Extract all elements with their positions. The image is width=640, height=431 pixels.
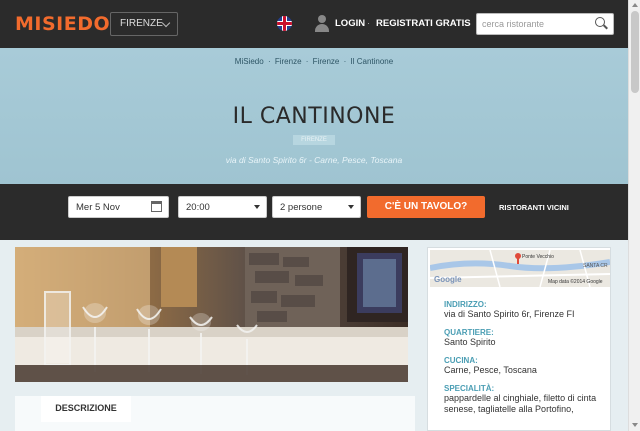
uk-flag-icon[interactable] — [277, 16, 292, 31]
party-size-select[interactable]: 2 persone — [272, 196, 361, 218]
booking-bar: Mer 5 Nov 20:00 2 persone C'È UN TAVOLO?… — [0, 184, 628, 240]
time-select[interactable]: 20:00 — [178, 196, 267, 218]
search-box — [476, 13, 614, 35]
scroll-down-icon[interactable] — [632, 423, 638, 427]
google-logo: Google — [434, 275, 462, 284]
restaurant-hero: MiSiedo · Firenze · Firenze · Il Cantino… — [0, 48, 628, 184]
address-label: INDIRIZZO: — [444, 300, 487, 309]
dropdown-arrow-icon — [254, 205, 260, 209]
map-area-label: SANTA CR — [583, 263, 608, 269]
specialties-value: pappardelle al cinghiale, filetto di cin… — [444, 393, 597, 414]
party-size-value: 2 persone — [280, 202, 323, 213]
search-input[interactable] — [477, 14, 587, 34]
breadcrumb-separator: · — [267, 57, 271, 66]
restaurant-info-card: Ponte Vecchio SANTA CR Google Map data ©… — [427, 247, 611, 431]
address-value: via di Santo Spirito 6r, Firenze FI — [444, 309, 575, 319]
date-picker[interactable]: Mer 5 Nov — [68, 196, 169, 218]
restaurant-name: IL CANTINONE — [232, 104, 396, 129]
restaurant-subtitle: via di Santo Spirito 6r - Carne, Pesce, … — [225, 155, 403, 165]
location-map[interactable]: Ponte Vecchio SANTA CR Google Map data ©… — [430, 250, 610, 287]
breadcrumb-separator: · — [343, 57, 347, 66]
cuisine-label: CUCINA: — [444, 356, 478, 365]
nav-separator: · — [367, 18, 371, 29]
user-icon — [315, 15, 329, 32]
login-link[interactable]: LOGIN — [335, 18, 365, 29]
restaurant-photo — [15, 247, 408, 382]
district-value: Santo Spirito — [444, 337, 496, 347]
register-link[interactable]: REGISTRATI GRATIS — [376, 18, 471, 29]
dropdown-arrow-icon — [348, 205, 354, 209]
chevron-down-icon — [161, 18, 171, 28]
search-icon[interactable] — [595, 17, 608, 30]
city-badge: FIRENZE — [293, 135, 335, 145]
tab-description[interactable]: DESCRIZIONE — [41, 396, 131, 422]
scrollbar[interactable] — [628, 0, 640, 431]
logo[interactable]: MISIEDO — [15, 13, 110, 35]
top-navbar: MISIEDO FIRENZE LOGIN · REGISTRATI GRATI… — [0, 0, 628, 48]
map-attribution: Map data ©2014 Google — [548, 279, 603, 285]
nearby-restaurants-link[interactable]: RISTORANTI VICINI — [499, 203, 569, 212]
breadcrumb-item[interactable]: Firenze — [313, 57, 340, 66]
breadcrumb-item[interactable]: MiSiedo — [235, 57, 264, 66]
city-select-value: FIRENZE — [120, 18, 163, 29]
city-select[interactable]: FIRENZE — [110, 12, 178, 36]
district-label: QUARTIERE: — [444, 328, 494, 337]
time-value: 20:00 — [186, 202, 210, 213]
breadcrumb-separator: · — [305, 57, 309, 66]
breadcrumb: MiSiedo · Firenze · Firenze · Il Cantino… — [0, 57, 628, 66]
breadcrumb-item-current: Il Cantinone — [350, 57, 394, 66]
breadcrumb-item[interactable]: Firenze — [275, 57, 302, 66]
cuisine-value: Carne, Pesce, Toscana — [444, 365, 537, 375]
map-place-label: Ponte Vecchio — [522, 254, 554, 260]
calendar-icon[interactable] — [151, 201, 162, 212]
info-list: INDIRIZZO: via di Santo Spirito 6r, Fire… — [444, 298, 609, 423]
find-table-button[interactable]: C'È UN TAVOLO? — [367, 196, 485, 218]
scroll-thumb[interactable] — [631, 11, 639, 93]
specialties-label: SPECIALITÀ: — [444, 384, 495, 393]
scroll-up-icon[interactable] — [632, 3, 638, 7]
date-value: Mer 5 Nov — [76, 202, 120, 213]
